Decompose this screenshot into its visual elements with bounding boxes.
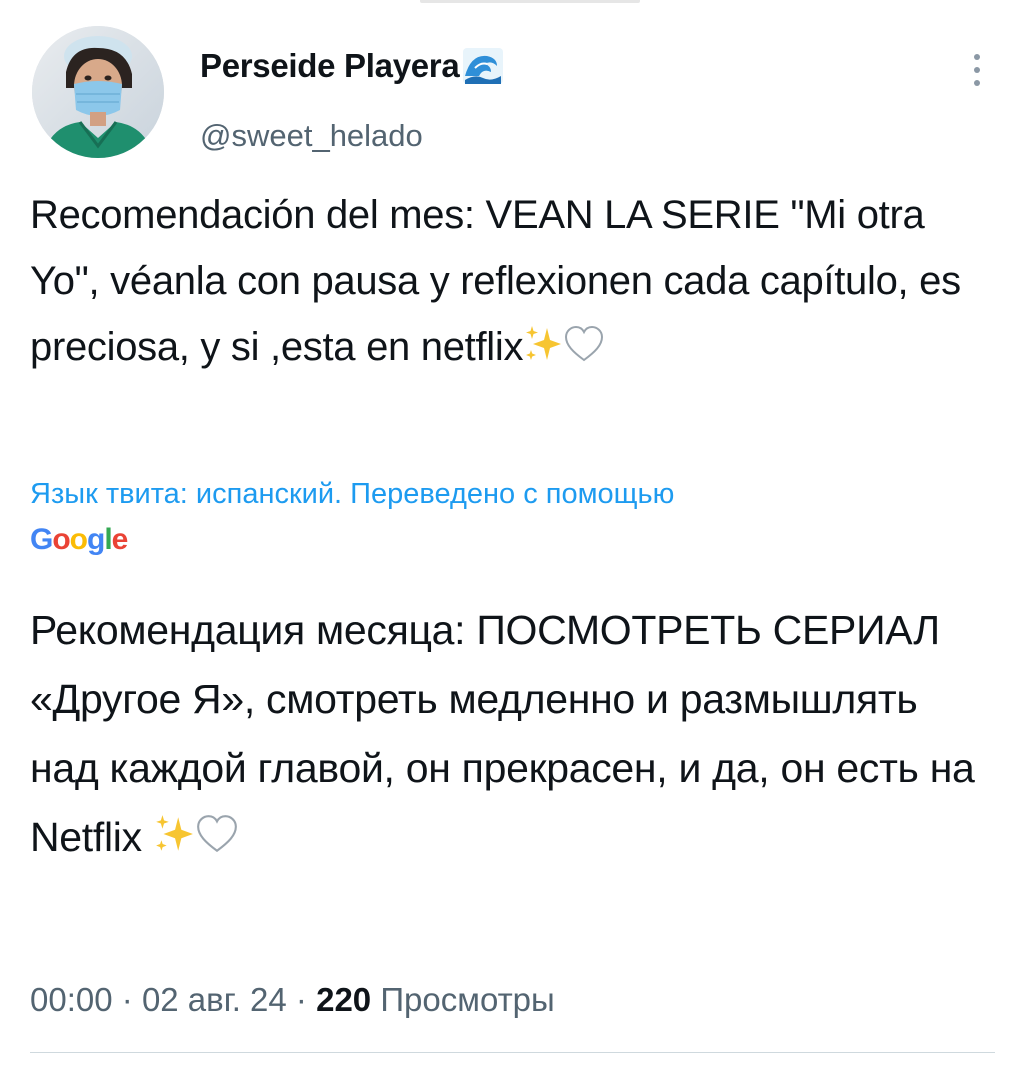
- views-count: 220: [316, 981, 372, 1018]
- tweet-date[interactable]: 02 авг. 24: [142, 981, 287, 1018]
- author-name-line[interactable]: Perseide Playera: [200, 46, 505, 86]
- translated-tweet-body: Рекомендация месяца: ПОСМОТРЕТЬ СЕРИАЛ «…: [30, 596, 990, 876]
- google-logo[interactable]: Google: [30, 520, 128, 560]
- meta-separator: ·: [121, 981, 133, 1018]
- bottom-divider: [30, 1052, 995, 1053]
- white-heart-icon: [195, 807, 239, 876]
- avatar-image: [32, 26, 164, 158]
- meta-separator: ·: [295, 981, 307, 1018]
- translation-note: Язык твита: испанский. Переведено с помо…: [30, 478, 675, 510]
- tweet-text: Recomendación del mes: VEAN LA SERIE "Mi…: [30, 193, 961, 369]
- top-edge-divider: [420, 0, 640, 3]
- white-heart-icon: [563, 318, 605, 384]
- tweet-time[interactable]: 00:00: [30, 981, 113, 1018]
- avatar[interactable]: [32, 26, 164, 158]
- views-label: Просмотры: [380, 981, 555, 1018]
- author-display-name[interactable]: Perseide Playera: [200, 47, 460, 85]
- author-handle[interactable]: @sweet_helado: [200, 118, 423, 154]
- water-wave-icon: [461, 46, 505, 86]
- sparkles-icon: [523, 318, 563, 384]
- tweet-body: Recomendación del mes: VEAN LA SERIE "Mi…: [30, 182, 980, 384]
- sparkles-icon: [153, 807, 195, 876]
- tweet-header: Perseide Playera @sweet_helado: [32, 24, 992, 164]
- tweet-meta: 00:00 · 02 авг. 24 · 220 Просмотры: [30, 970, 555, 1030]
- more-options-icon[interactable]: [962, 50, 992, 90]
